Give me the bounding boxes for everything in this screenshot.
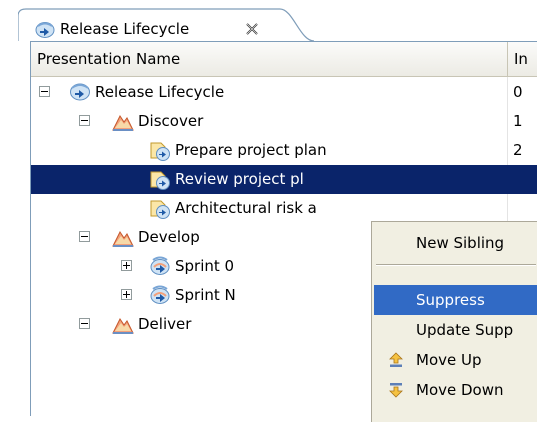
menu-item-new-sibling[interactable]: New Sibling — [374, 228, 537, 258]
task-descriptor-icon — [149, 198, 171, 219]
menu-item-update-suppression[interactable]: Update Supp — [374, 315, 537, 345]
move-up-icon — [389, 352, 403, 367]
menu-item-label: New Sibling — [416, 234, 505, 252]
table-row[interactable]: Discover 1 — [31, 107, 537, 136]
table-row[interactable]: Release Lifecycle 0 — [31, 78, 537, 107]
row-label: Develop — [138, 228, 200, 246]
expand-plus-icon[interactable] — [121, 260, 132, 271]
row-label: Review project pl — [175, 170, 304, 188]
column-header-index[interactable]: In — [508, 42, 537, 76]
tab-title: Release Lifecycle — [60, 20, 190, 38]
menu-item-label: Update Supp — [416, 321, 514, 339]
collapse-minus-icon[interactable] — [79, 318, 90, 329]
row-index: 1 — [513, 112, 523, 130]
row-label: Prepare project plan — [175, 141, 327, 159]
row-label: Sprint N — [175, 286, 236, 304]
close-x-icon[interactable] — [244, 21, 260, 37]
phase-icon — [112, 227, 134, 248]
expand-plus-icon[interactable] — [121, 289, 132, 300]
table-header: Presentation Name In — [31, 42, 537, 77]
table-row[interactable]: Review project pl — [31, 165, 537, 194]
table-row[interactable]: Prepare project plan 2 — [31, 136, 537, 165]
delivery-process-icon — [35, 22, 55, 38]
row-label: Discover — [138, 112, 204, 130]
iteration-icon — [149, 256, 171, 277]
task-descriptor-icon — [149, 169, 171, 190]
row-label: Release Lifecycle — [95, 83, 225, 101]
collapse-minus-icon[interactable] — [79, 115, 90, 126]
menu-item-suppress[interactable]: Suppress — [374, 285, 537, 315]
collapse-minus-icon[interactable] — [39, 86, 50, 97]
table-row[interactable]: Architectural risk a — [31, 194, 537, 223]
iteration-icon — [149, 285, 171, 306]
editor-tab-strip: Release Lifecycle — [0, 0, 537, 41]
menu-item-move-up[interactable]: Move Up — [374, 345, 537, 375]
menu-separator — [376, 264, 536, 266]
tab-release-lifecycle[interactable]: Release Lifecycle — [18, 8, 314, 41]
row-index: 0 — [513, 83, 523, 101]
menu-item-label: Suppress — [416, 291, 485, 309]
menu-item-label: Move Down — [416, 381, 504, 399]
task-descriptor-icon — [149, 140, 171, 161]
context-menu: New Sibling Suppress Update Supp Move Up… — [371, 221, 537, 422]
phase-icon — [112, 314, 134, 335]
menu-item-label: Move Up — [416, 351, 482, 369]
column-header-presentation-name[interactable]: Presentation Name — [31, 42, 508, 76]
row-label: Architectural risk a — [175, 199, 317, 217]
delivery-process-icon — [69, 82, 91, 103]
move-down-icon — [389, 383, 403, 398]
menu-item-move-down[interactable]: Move Down — [374, 375, 537, 405]
phase-icon — [112, 111, 134, 132]
row-label: Sprint 0 — [175, 257, 235, 275]
row-index: 2 — [513, 141, 523, 159]
collapse-minus-icon[interactable] — [79, 231, 90, 242]
row-label: Deliver — [138, 315, 192, 333]
